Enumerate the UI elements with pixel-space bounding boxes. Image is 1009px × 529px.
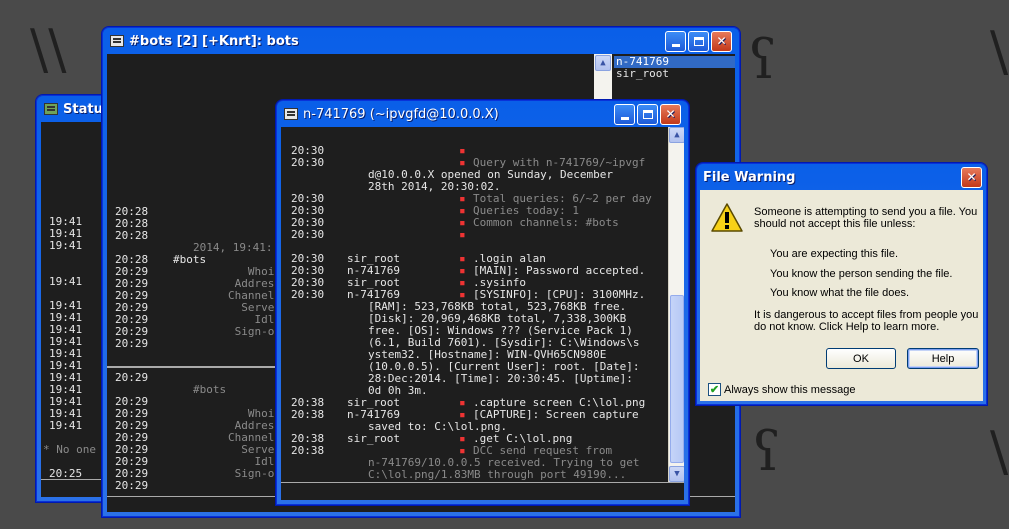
desktop-decoration: ʕ	[748, 28, 777, 91]
warning-condition: You know the person sending the file.	[770, 267, 953, 280]
help-button[interactable]: Help	[907, 348, 979, 369]
status-time: 19:41	[49, 239, 83, 252]
scroll-thumb[interactable]	[670, 295, 684, 463]
minimize-button[interactable]	[665, 30, 686, 52]
query-line: 20:30 n-741769 ▪ [MAIN]: Password accepted.	[291, 265, 652, 277]
query-input[interactable]	[281, 482, 684, 500]
close-button[interactable]: ✕	[961, 166, 982, 188]
line-marker: ▪	[459, 228, 466, 241]
checkbox-label: Always show this message	[724, 383, 856, 396]
window-icon	[110, 35, 124, 47]
chat-line: 20:29	[115, 338, 281, 350]
chat-text: Sign-on	[234, 325, 281, 338]
query-line: C:\lol.png/1.83MB through port 49190...	[291, 469, 652, 481]
status-input[interactable]	[41, 479, 111, 497]
minimize-icon	[620, 116, 629, 120]
window-icon	[44, 103, 58, 115]
query-line: 20:30 ▪	[291, 229, 652, 241]
maximize-button[interactable]	[637, 103, 658, 125]
query-log[interactable]: 20:30 ▪ 20:30 ▪ Query with n-741769/~ipvgf d@…	[281, 127, 668, 482]
query-line	[291, 241, 652, 253]
scroll-up-button[interactable]: ▲	[669, 127, 684, 143]
query-scrollbar[interactable]: ▲ ▼	[668, 127, 684, 482]
maximize-icon	[693, 36, 704, 46]
scroll-up-icon: ▲	[600, 58, 606, 68]
file-warning-body: Someone is attempting to send you a file…	[700, 190, 983, 401]
timestamp: 20:30	[291, 228, 325, 241]
file-warning-dialog[interactable]: File Warning ✕ Someone is attempting to …	[696, 163, 987, 405]
ok-button[interactable]: OK	[826, 348, 896, 369]
warning-conditions: You are expecting this file. You know the…	[770, 245, 952, 304]
bots-lower-pane[interactable]: 20:29 #bots 20:29 20:29 Whois 20:29 Address 20:…	[107, 368, 281, 496]
warning-condition: You know what the file does.	[770, 287, 910, 299]
chat-line: 20:29	[115, 480, 281, 492]
close-icon: ✕	[665, 107, 676, 121]
query-lines: 20:30 ▪ 20:30 ▪ Query with n-741769/~ipvgf d@…	[291, 145, 652, 481]
maximize-button[interactable]	[688, 30, 709, 52]
nickname: sir_root	[347, 432, 400, 445]
close-button[interactable]: ✕	[711, 30, 732, 52]
query-window[interactable]: n-741769 (~ipvgfd@10.0.0.X) ✕ 20:30 ▪ 20:3…	[276, 100, 689, 505]
desktop-decoration: \	[990, 20, 1009, 83]
status-titlebar[interactable]: Status:	[41, 96, 111, 122]
query-titlebar[interactable]: n-741769 (~ipvgfd@10.0.0.X) ✕	[281, 101, 684, 127]
bots-title: #bots [2] [+Knrt]: bots	[129, 33, 299, 49]
chat-text: #bots	[193, 383, 227, 396]
minimize-button[interactable]	[614, 103, 635, 125]
nick-item[interactable]: sir_root	[614, 68, 735, 80]
window-icon	[284, 108, 298, 120]
bots-lower-lines: 20:29 #bots 20:29 20:29 Whois 20:29 Address 20:…	[115, 372, 281, 492]
file-warning-titlebar[interactable]: File Warning ✕	[697, 164, 986, 190]
always-show-checkbox[interactable]: ✔ Always show this message	[708, 383, 855, 396]
checkbox-box[interactable]: ✔	[708, 383, 721, 396]
bots-upper-lines: 20:28 20:28 20:28 2014, 19:41: 20:28 #bots 20:…	[115, 206, 281, 350]
scroll-up-icon: ▲	[674, 130, 680, 140]
chat-text: #bots	[173, 253, 207, 266]
maximize-icon	[642, 109, 653, 119]
file-warning-title: File Warning	[703, 169, 796, 185]
desktop-decoration: ʕ	[752, 420, 781, 483]
status-time	[49, 252, 82, 264]
query-client: 20:30 ▪ 20:30 ▪ Query with n-741769/~ipvgf d@…	[281, 127, 684, 500]
status-lines: 19:41 19:41 19:41 19:41 19:41 19:41 19:41 19:41…	[49, 216, 82, 432]
status-time: 19:41	[49, 275, 83, 288]
timestamp: 20:29	[115, 479, 149, 492]
desktop-decoration: \\	[30, 18, 67, 81]
warning-intro: Someone is attempting to send you a file…	[754, 206, 978, 230]
nicklist-items: n-741769 sir_root	[614, 54, 735, 80]
query-line: 20:30 ▪ Common channels: #bots	[291, 217, 652, 229]
scroll-up-button[interactable]: ▲	[595, 55, 611, 71]
warning-danger: It is dangerous to accept files from peo…	[754, 309, 979, 333]
close-icon: ✕	[716, 34, 727, 48]
bots-titlebar[interactable]: #bots [2] [+Knrt]: bots ✕	[107, 28, 735, 54]
close-icon: ✕	[966, 170, 977, 184]
message-text: Common channels: #bots	[473, 216, 619, 229]
chat-text: Sign-on	[234, 467, 281, 480]
query-title: n-741769 (~ipvgfd@10.0.0.X)	[303, 106, 499, 122]
desktop-decoration: \	[990, 420, 1009, 483]
status-time: 19:41	[49, 419, 83, 432]
warning-icon	[711, 203, 743, 232]
check-icon: ✔	[709, 384, 720, 396]
scroll-down-icon: ▼	[674, 469, 680, 479]
status-no-one: * No one	[43, 443, 96, 456]
timestamp: 20:29	[115, 371, 149, 384]
timestamp: 20:29	[115, 337, 149, 350]
warning-condition: You are expecting this file.	[770, 248, 899, 260]
query-line: 20:30 ▪ Total queries: 6/~2 per day	[291, 193, 652, 205]
close-button[interactable]: ✕	[660, 103, 681, 125]
timestamp: 20:28	[115, 229, 149, 242]
status-log[interactable]: 19:41 19:41 19:41 19:41 19:41 19:41 19:41 19:41…	[41, 122, 111, 497]
message-continuation: C:\lol.png/1.83MB through port 49190...	[368, 468, 627, 481]
scroll-down-button[interactable]: ▼	[669, 466, 684, 482]
minimize-icon	[671, 43, 680, 47]
query-line: saved to: C:\lol.png.	[291, 421, 652, 433]
